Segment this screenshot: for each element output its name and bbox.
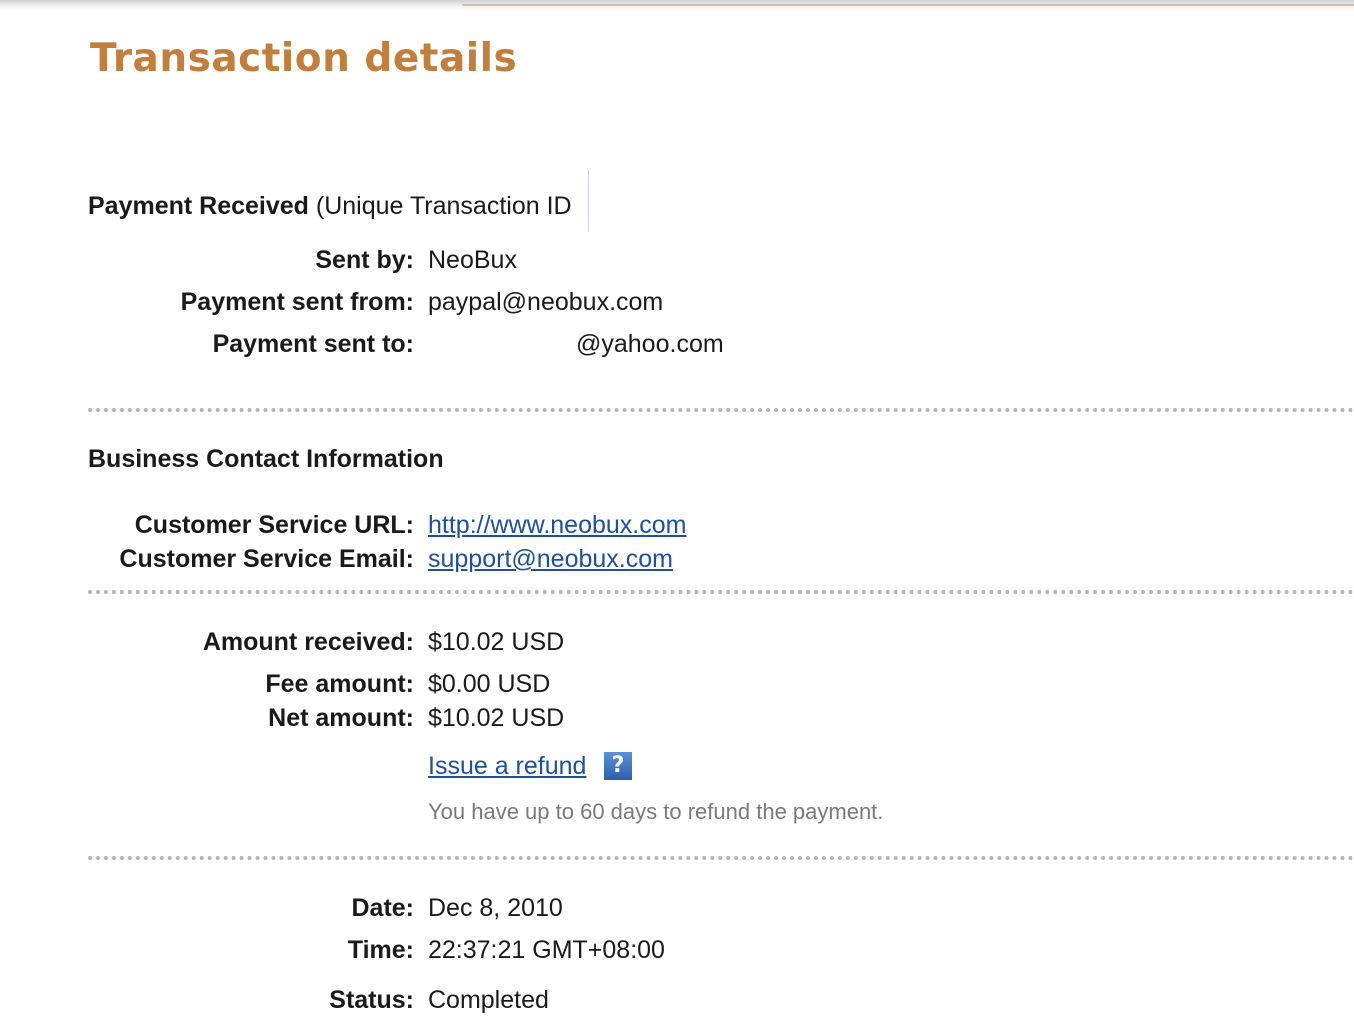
payment-sent-to-label: Payment sent to: (212, 330, 414, 358)
fee-amount-label: Fee amount: (265, 670, 414, 698)
issue-refund-link[interactable]: Issue a refund (428, 749, 586, 783)
payment-received-heading: Payment Received (Unique Transaction ID (88, 188, 572, 224)
net-amount-value: $10.02 USD (428, 704, 565, 732)
date-label: Date: (351, 894, 414, 922)
payment-sent-to-row: Payment sent to: @yahoo.com (0, 327, 1354, 361)
payment-sent-from-row: Payment sent from: paypal@neobux.com (0, 285, 1354, 319)
transaction-id-label: (Unique Transaction ID (308, 192, 572, 220)
status-row: Status: Completed (0, 983, 1354, 1017)
amount-received-label: Amount received: (202, 628, 414, 656)
customer-service-email-row: Customer Service Email: support@neobux.c… (0, 542, 1354, 576)
customer-service-email-link[interactable]: support@neobux.com (428, 542, 673, 576)
amount-received-value: $10.02 USD (428, 628, 565, 656)
sent-by-label: Sent by: (315, 246, 414, 274)
question-mark-icon[interactable]: ? (604, 752, 632, 780)
section-divider (88, 590, 1354, 594)
fee-amount-value: $0.00 USD (428, 670, 551, 698)
payment-received-label: Payment Received (88, 192, 309, 220)
net-amount-label: Net amount: (268, 704, 414, 732)
customer-service-email-label: Customer Service Email: (119, 545, 414, 573)
status-value: Completed (428, 986, 549, 1014)
payment-sent-from-label: Payment sent from: (180, 288, 414, 316)
payment-sent-to-value: @yahoo.com (576, 330, 724, 358)
transaction-id-divider (588, 170, 589, 232)
amount-received-row: Amount received: $10.02 USD (0, 625, 1354, 659)
page-title: Transaction details (90, 36, 518, 81)
time-value: 22:37:21 GMT+08:00 (428, 936, 665, 964)
top-edge-line (462, 4, 1354, 6)
refund-note: You have up to 60 days to refund the pay… (428, 799, 884, 824)
sent-by-row: Sent by: NeoBux (0, 243, 1354, 277)
net-amount-row: Net amount: $10.02 USD (0, 701, 1354, 735)
customer-service-url-row: Customer Service URL: http://www.neobux.… (0, 508, 1354, 542)
status-label: Status: (329, 986, 414, 1014)
payment-sent-from-value: paypal@neobux.com (428, 288, 664, 316)
date-value: Dec 8, 2010 (428, 894, 563, 922)
time-row: Time: 22:37:21 GMT+08:00 (0, 933, 1354, 967)
date-row: Date: Dec 8, 2010 (0, 891, 1354, 925)
customer-service-url-link[interactable]: http://www.neobux.com (428, 508, 686, 542)
business-contact-heading: Business Contact Information (88, 445, 444, 473)
customer-service-url-label: Customer Service URL: (134, 511, 414, 539)
section-divider (88, 408, 1354, 412)
sent-by-value: NeoBux (428, 246, 517, 274)
section-divider (88, 856, 1354, 860)
time-label: Time: (347, 936, 414, 964)
fee-amount-row: Fee amount: $0.00 USD (0, 667, 1354, 701)
